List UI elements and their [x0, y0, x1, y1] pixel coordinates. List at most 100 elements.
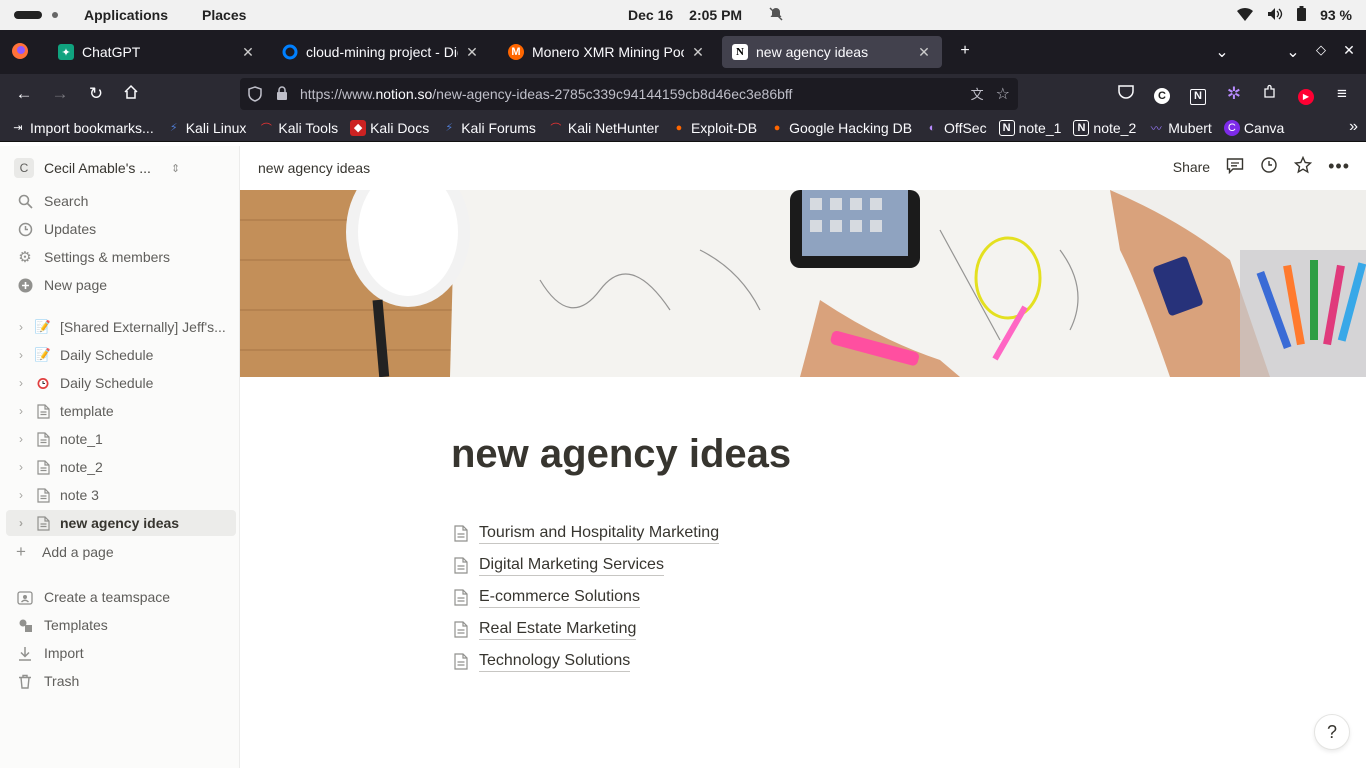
alarm-clock-icon — [34, 374, 52, 392]
close-tab-icon[interactable]: ✕ — [916, 44, 932, 61]
activities-icon[interactable] — [14, 11, 42, 19]
sidebar-add-page[interactable]: + Add a page — [12, 540, 114, 564]
comments-icon[interactable] — [1226, 157, 1244, 177]
sidebar-page-note-1[interactable]: › note_1 — [6, 426, 236, 452]
window-maximize-icon[interactable]: ◇ — [1311, 42, 1331, 58]
sidebar-item-label: new agency ideas — [60, 515, 180, 531]
subpage-link[interactable]: E-commerce Solutions — [454, 588, 640, 608]
subpage-link[interactable]: Digital Marketing Services — [454, 556, 664, 576]
subpage-link[interactable]: Technology Solutions — [454, 652, 631, 672]
breadcrumb[interactable]: new agency ideas — [258, 160, 370, 176]
close-tab-icon[interactable]: ✕ — [464, 44, 480, 61]
bookmark-mubert[interactable]: 〰 Mubert — [1148, 120, 1212, 136]
sidebar-create-teamspace[interactable]: Create a teamspace — [16, 585, 170, 609]
tab-cloud-mining[interactable]: cloud-mining project - Dig ✕ — [272, 36, 490, 68]
applications-menu[interactable]: Applications — [84, 7, 168, 23]
url-bar[interactable]: https://www.notion.so/new-agency-ideas-2… — [240, 78, 1018, 110]
favorite-star-icon[interactable] — [1293, 155, 1313, 177]
firefox-icon[interactable] — [10, 42, 30, 65]
sidebar-page-template[interactable]: › template — [6, 398, 236, 424]
sidebar-page-daily-schedule[interactable]: › 📝 Daily Schedule — [6, 342, 236, 368]
help-button[interactable]: ? — [1314, 714, 1350, 750]
share-button[interactable]: Share — [1173, 159, 1210, 175]
pocket-icon[interactable] — [1116, 84, 1136, 104]
chevron-right-icon[interactable]: › — [12, 376, 30, 390]
bookmark-note-2[interactable]: Nnote_2 — [1073, 119, 1136, 136]
bookmark-kali-forums[interactable]: ⚡ Kali Forums — [441, 120, 536, 136]
sidebar-templates[interactable]: Templates — [16, 613, 108, 637]
sidebar-settings[interactable]: ⚙ Settings & members — [16, 245, 170, 269]
bookmark-label: OffSec — [944, 119, 987, 136]
chatgpt-icon: ✦ — [58, 44, 74, 60]
download-icon — [16, 644, 34, 662]
sidebar-search[interactable]: Search — [16, 189, 88, 213]
places-menu[interactable]: Places — [202, 7, 246, 23]
bookmark-google-hacking-db[interactable]: ● Google Hacking DB — [769, 120, 912, 136]
bookmark-kali-nethunter[interactable]: ⌒ Kali NetHunter — [548, 120, 659, 136]
sidebar-page-daily-schedule-2[interactable]: › Daily Schedule — [6, 370, 236, 396]
sidebar-import[interactable]: Import — [16, 641, 84, 665]
sidebar-page-note-2[interactable]: › note_2 — [6, 454, 236, 480]
subpage-link[interactable]: Tourism and Hospitality Marketing — [454, 524, 720, 544]
back-icon[interactable]: ← — [14, 84, 34, 104]
lock-icon[interactable] — [276, 86, 290, 102]
sidebar-new-page[interactable]: New page — [16, 273, 107, 297]
bookmark-note-1[interactable]: Nnote_1 — [998, 119, 1061, 136]
clock[interactable]: Dec 16 2:05 PM — [628, 0, 784, 30]
sidebar-item-label: Add a page — [42, 544, 114, 560]
bookmark-kali-tools[interactable]: ⌒ Kali Tools — [258, 120, 338, 136]
chevron-right-icon[interactable]: › — [12, 516, 30, 530]
chevron-right-icon[interactable]: › — [12, 348, 30, 362]
tracking-protection-icon[interactable] — [248, 86, 264, 102]
notion-icon: N — [998, 119, 1015, 136]
home-icon[interactable] — [121, 84, 141, 104]
window-minimize-icon[interactable]: ⌄ — [1283, 42, 1303, 62]
forward-icon[interactable]: → — [50, 84, 70, 104]
translate-icon[interactable]: 文 — [971, 84, 984, 104]
more-options-icon[interactable]: ••• — [1328, 156, 1350, 177]
chevron-right-icon[interactable]: › — [12, 460, 30, 474]
bookmark-exploit-db[interactable]: ● Exploit-DB — [671, 120, 757, 136]
tab-chatgpt[interactable]: ✦ ChatGPT ✕ — [48, 36, 266, 68]
chevron-right-icon[interactable]: › — [12, 488, 30, 502]
sidebar-item-label: New page — [44, 277, 108, 293]
bookmark-offsec[interactable]: ◐ OffSec — [924, 120, 987, 136]
bookmark-label: Mubert — [1168, 119, 1212, 136]
sidebar-page-new-agency-ideas[interactable]: › new agency ideas — [6, 510, 236, 536]
subpage-link[interactable]: Real Estate Marketing — [454, 620, 637, 640]
tab-monero[interactable]: M Monero XMR Mining Pool ✕ — [498, 36, 716, 68]
sidebar-page-shared-jeff[interactable]: › 📝 [Shared Externally] Jeff's... — [6, 314, 236, 340]
bookmark-kali-linux[interactable]: ⚡ Kali Linux — [166, 120, 247, 136]
extension-c-icon[interactable]: C — [1152, 84, 1172, 104]
chevron-right-icon[interactable]: › — [12, 404, 30, 418]
bookmark-canva[interactable]: C Canva — [1223, 119, 1284, 136]
cover-image[interactable] — [240, 190, 1366, 377]
youtube-extension-icon[interactable]: ▶ — [1296, 84, 1316, 105]
chevron-right-icon[interactable]: › — [12, 432, 30, 446]
extension-snowflake-icon[interactable]: ✲ — [1224, 84, 1244, 104]
more-bookmarks-icon[interactable]: » — [1349, 118, 1358, 136]
history-icon[interactable] — [1260, 156, 1278, 177]
close-tab-icon[interactable]: ✕ — [690, 44, 706, 61]
wifi-icon[interactable] — [1237, 7, 1254, 24]
battery-icon[interactable] — [1297, 6, 1307, 24]
chevron-right-icon[interactable]: › — [12, 320, 30, 334]
extensions-icon[interactable] — [1260, 84, 1280, 104]
bookmark-import[interactable]: ⇥ Import bookmarks... — [10, 120, 153, 136]
list-tabs-icon[interactable]: ⌄ — [1212, 42, 1232, 62]
page-title[interactable]: new agency ideas — [451, 432, 791, 477]
bookmark-kali-docs[interactable]: ◆ Kali Docs — [350, 119, 429, 136]
close-tab-icon[interactable]: ✕ — [240, 44, 256, 61]
notion-extension-icon[interactable]: N — [1188, 84, 1208, 105]
sidebar-updates[interactable]: Updates — [16, 217, 96, 241]
workspace-switcher[interactable]: C Cecil Amable's ... ⇕ — [14, 158, 180, 178]
volume-icon[interactable] — [1267, 7, 1283, 24]
new-tab-icon[interactable]: + — [955, 42, 975, 60]
menu-icon[interactable]: ≡ — [1332, 84, 1352, 104]
sidebar-page-note-3[interactable]: › note 3 — [6, 482, 236, 508]
tab-new-agency-ideas[interactable]: N new agency ideas ✕ — [722, 36, 942, 68]
window-close-icon[interactable]: ✕ — [1339, 42, 1359, 59]
sidebar-trash[interactable]: Trash — [16, 669, 79, 693]
reload-icon[interactable]: ↻ — [86, 84, 106, 104]
bookmark-star-icon[interactable]: ☆ — [996, 84, 1010, 104]
